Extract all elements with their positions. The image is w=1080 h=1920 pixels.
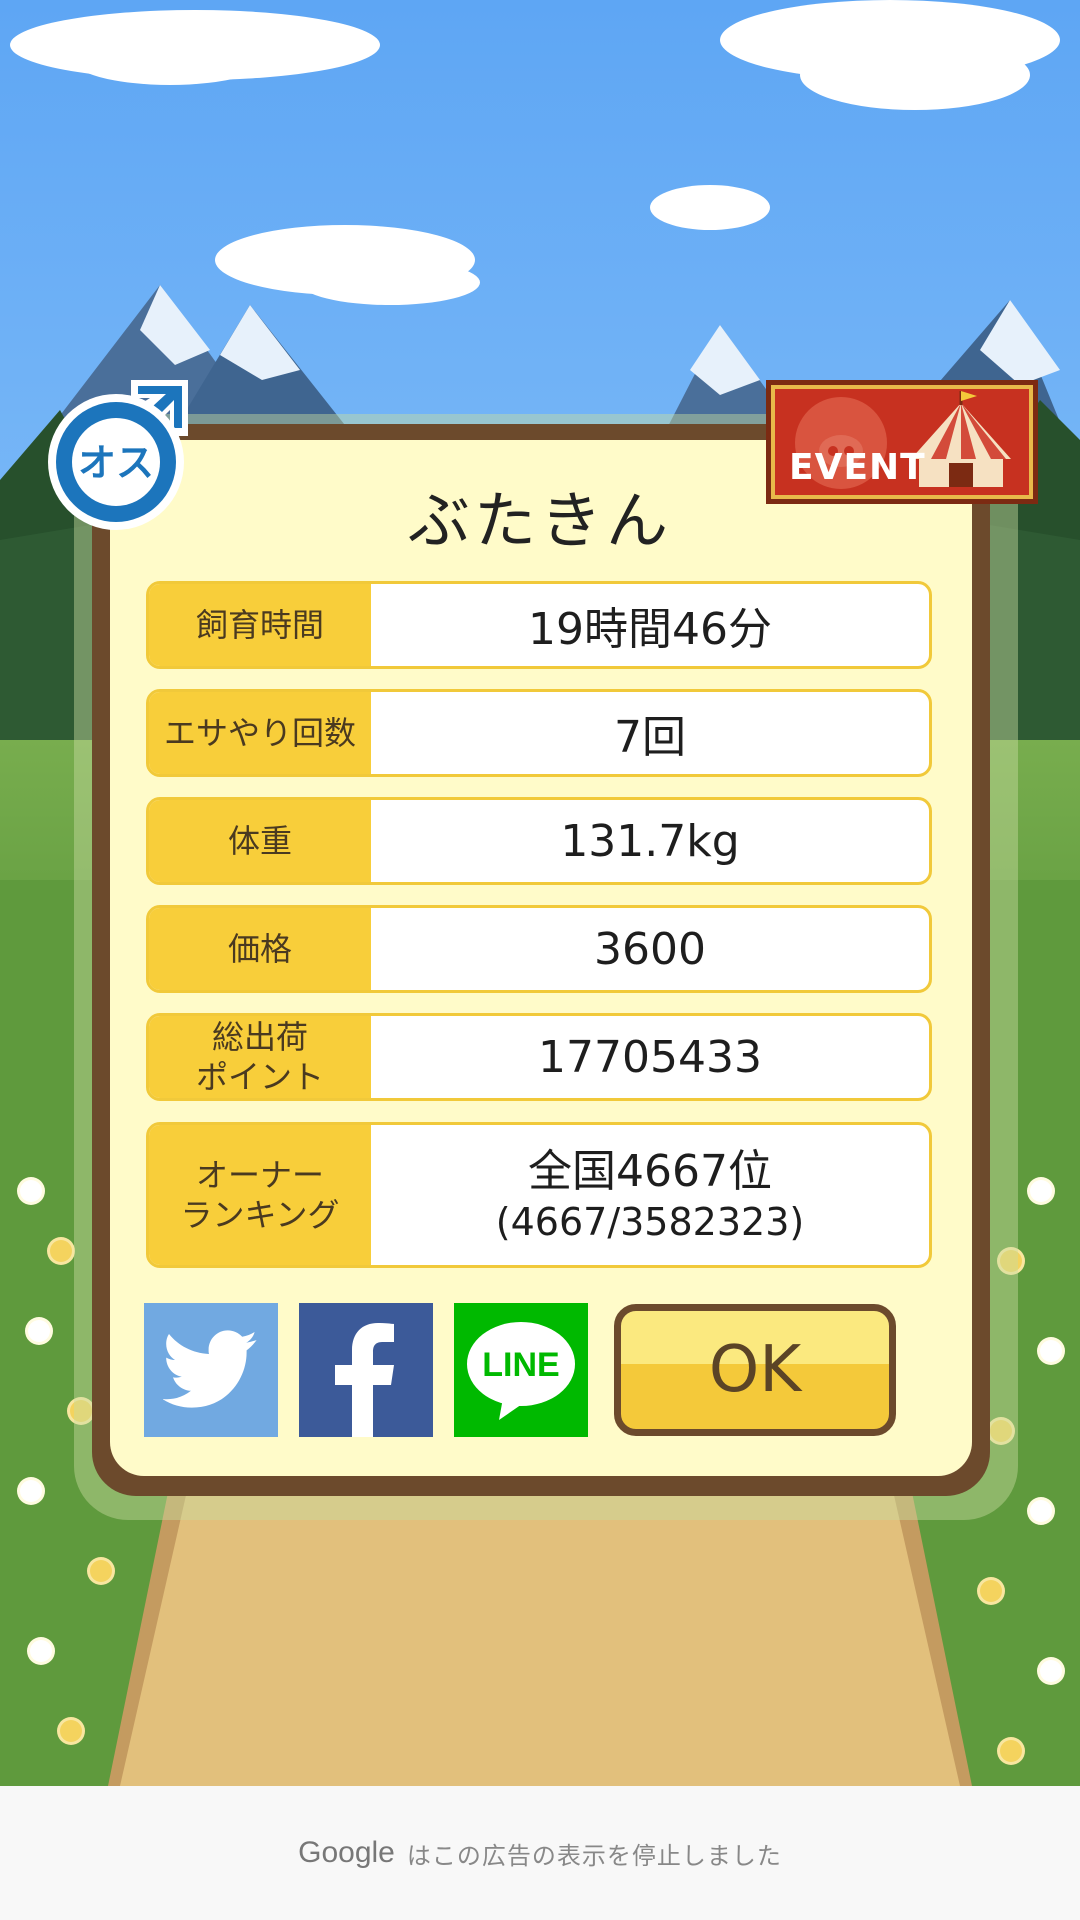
gender-label: オス bbox=[78, 441, 154, 485]
stat-row-feed-count: エサやり回数 7回 bbox=[146, 689, 932, 777]
flower bbox=[1030, 1500, 1052, 1522]
stat-label: 総出荷 ポイント bbox=[149, 1016, 371, 1098]
flower bbox=[1040, 1340, 1062, 1362]
flower bbox=[90, 1560, 112, 1582]
stat-row-owner-ranking: オーナー ランキング 全国4667位 (4667/3582323) bbox=[146, 1122, 932, 1268]
line-share-button[interactable]: LINE bbox=[454, 1303, 588, 1437]
facebook-share-button[interactable] bbox=[299, 1303, 433, 1437]
flower bbox=[20, 1480, 42, 1502]
stat-row-breeding-time: 飼育時間 19時間46分 bbox=[146, 581, 932, 669]
stat-value: 131.7kg bbox=[560, 815, 740, 867]
google-brand: Google bbox=[298, 1836, 395, 1869]
dirt-path bbox=[120, 1490, 960, 1786]
stat-row-price: 価格 3600 bbox=[146, 905, 932, 993]
event-label: EVENT bbox=[789, 447, 926, 488]
line-label: LINE bbox=[482, 1346, 559, 1384]
ranking-fraction: (4667/3582323) bbox=[495, 1200, 805, 1244]
stat-row-shipping-points: 総出荷 ポイント 17705433 bbox=[146, 1013, 932, 1101]
flower bbox=[20, 1180, 42, 1202]
stat-label: 飼育時間 bbox=[149, 584, 371, 666]
stat-label: オーナー ランキング bbox=[149, 1125, 371, 1265]
ranking-national: 全国4667位 bbox=[528, 1146, 772, 1197]
ad-stopped-text: はこの広告の表示を停止しました bbox=[406, 1841, 782, 1870]
twitter-bird-icon bbox=[163, 1330, 258, 1408]
flower bbox=[1000, 1740, 1022, 1762]
stat-label: 価格 bbox=[149, 908, 371, 990]
flower bbox=[1030, 1180, 1052, 1202]
facebook-f-icon bbox=[335, 1323, 394, 1437]
ad-banner: Google はこの広告の表示を停止しました bbox=[0, 1786, 1080, 1920]
flower bbox=[60, 1720, 82, 1742]
stat-value: 19時間46分 bbox=[528, 604, 772, 655]
stat-value: 7回 bbox=[614, 712, 686, 763]
stat-label: エサやり回数 bbox=[149, 692, 371, 774]
flower bbox=[1040, 1660, 1062, 1682]
flower bbox=[50, 1240, 72, 1262]
flower bbox=[30, 1640, 52, 1662]
stat-value: 17705433 bbox=[538, 1031, 762, 1083]
ok-button[interactable]: OK bbox=[614, 1304, 896, 1436]
flower bbox=[980, 1580, 1002, 1602]
event-button[interactable]: EVENT bbox=[766, 380, 1038, 504]
line-icon: LINE bbox=[467, 1322, 575, 1420]
stat-value: 全国4667位 (4667/3582323) bbox=[371, 1125, 929, 1265]
male-gender-icon: オス bbox=[36, 372, 196, 532]
stat-row-weight: 体重 131.7kg bbox=[146, 797, 932, 885]
twitter-share-button[interactable] bbox=[144, 1303, 278, 1437]
stat-label: 体重 bbox=[149, 800, 371, 882]
stat-value: 3600 bbox=[594, 923, 706, 975]
flower bbox=[28, 1320, 50, 1342]
